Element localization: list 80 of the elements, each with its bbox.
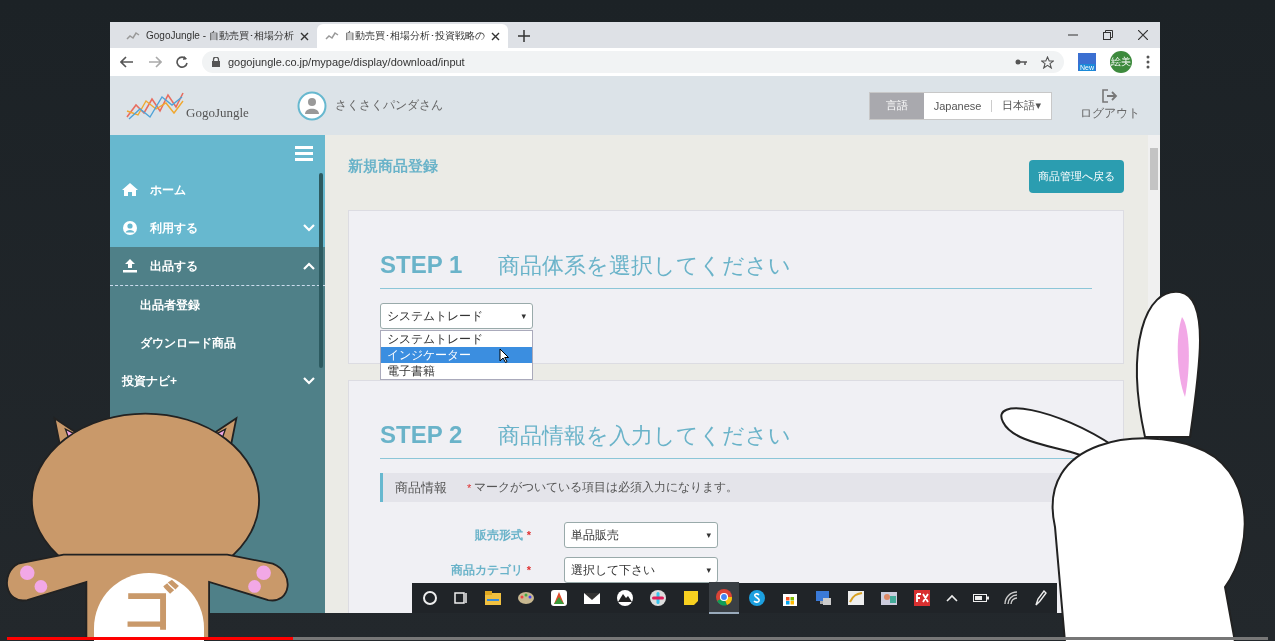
select-field[interactable]: 単品販売 ▾ [564, 522, 718, 548]
close-icon[interactable] [1138, 30, 1148, 40]
chevron-down-icon [303, 377, 315, 385]
sidebar-subitem[interactable]: 出品者登録 [110, 286, 325, 324]
lock-icon [212, 57, 220, 67]
field-label: 販売形式 [474, 527, 523, 542]
video-progress-track[interactable] [7, 637, 1268, 640]
restore-icon[interactable] [1103, 30, 1113, 40]
language-option[interactable]: Japanese [923, 99, 993, 112]
language-label: 言語 [869, 92, 924, 119]
app-icon[interactable] [550, 589, 568, 607]
computer-icon[interactable] [814, 589, 832, 607]
caret-icon: ▾ [706, 565, 711, 575]
key-icon[interactable] [1015, 58, 1027, 66]
palette-icon[interactable] [517, 589, 535, 607]
menu-icon[interactable] [1146, 55, 1150, 69]
dropdown-option[interactable]: システムトレード [381, 331, 532, 347]
logo-icon [126, 90, 184, 121]
sidebar-item[interactable]: 投資ナビ+ [110, 362, 325, 400]
close-icon[interactable] [490, 31, 500, 41]
step-title: 商品情報を入力してください [498, 422, 792, 450]
scrollbar[interactable] [319, 173, 323, 368]
profile-avatar[interactable]: 絵美 [1110, 51, 1132, 73]
address-field[interactable]: gogojungle.co.jp/mypage/display/download/input [202, 51, 1064, 73]
required-mark: * [526, 563, 531, 576]
select-field[interactable]: システムトレード ▾ [380, 303, 533, 329]
chevron-up-icon[interactable] [946, 594, 958, 602]
app-icon[interactable] [880, 589, 898, 607]
star-icon[interactable] [1041, 55, 1054, 69]
user-name[interactable]: さくさくパンダさん [334, 97, 443, 114]
sticky-note-icon[interactable] [682, 589, 700, 607]
logout-button[interactable]: ログアウト [1080, 89, 1140, 122]
mountain-icon[interactable] [616, 589, 634, 607]
chevron-up-icon [303, 262, 315, 270]
required-mark: * [467, 481, 472, 494]
step-number: STEP 2 [380, 421, 463, 449]
app-icon[interactable] [748, 589, 766, 607]
caret-icon: ▾ [521, 311, 526, 321]
caret-icon: ▾ [706, 530, 711, 540]
back-icon[interactable] [120, 56, 134, 68]
new-tab-icon[interactable] [517, 30, 530, 42]
dropdown-option[interactable]: インジケーター [381, 347, 532, 363]
dropdown-option[interactable]: 電子書籍 [381, 363, 532, 379]
pen-icon[interactable] [1033, 590, 1047, 606]
logo-text[interactable]: GogoJungle [186, 104, 249, 121]
chart-icon [324, 31, 339, 41]
browser-tab[interactable]: GogoJungle - 自動売買･相場分析 [118, 24, 317, 48]
required-mark: * [526, 528, 531, 541]
section-title: 商品情報 [395, 478, 447, 497]
wifi-icon[interactable] [1004, 591, 1018, 605]
field-label: 商品カテゴリ [450, 562, 523, 577]
app-icon[interactable] [913, 589, 931, 607]
cursor-icon [499, 348, 509, 363]
select-field[interactable]: 選択して下さい ▾ [564, 557, 718, 583]
chevron-down-icon [303, 224, 315, 232]
required-note: マークがついている項目は必須入力になります。 [474, 479, 739, 496]
browser-icon[interactable] [709, 582, 739, 614]
circle-icon[interactable] [422, 590, 438, 606]
back-button[interactable]: 商品管理へ戻る [1029, 160, 1124, 193]
sidebar-item[interactable]: 出品する [110, 247, 325, 286]
battery-icon[interactable] [973, 593, 989, 603]
scrollbar-thumb[interactable] [1150, 148, 1158, 190]
home-icon [122, 182, 138, 198]
reload-icon[interactable] [176, 56, 188, 68]
step-number: STEP 1 [380, 251, 463, 279]
user-icon [122, 220, 138, 236]
app-icon[interactable] [649, 589, 667, 607]
app-icon[interactable] [847, 589, 865, 607]
browser-tab[interactable]: 自動売買･相場分析･投資戦略の [316, 24, 508, 48]
language-option[interactable]: 日本語▾ [992, 98, 1051, 113]
folder-icon[interactable] [484, 589, 502, 607]
close-icon[interactable] [299, 31, 309, 41]
chart-icon [126, 31, 140, 41]
step-title: 商品体系を選択してください [498, 252, 792, 280]
page-title: 新規商品登録 [348, 157, 438, 176]
sidebar-subitem[interactable]: ダウンロード商品 [110, 324, 325, 362]
upload-icon [122, 258, 138, 274]
avatar-icon[interactable] [296, 90, 327, 121]
task-view-icon[interactable] [453, 590, 469, 606]
logout-icon [1102, 89, 1118, 103]
